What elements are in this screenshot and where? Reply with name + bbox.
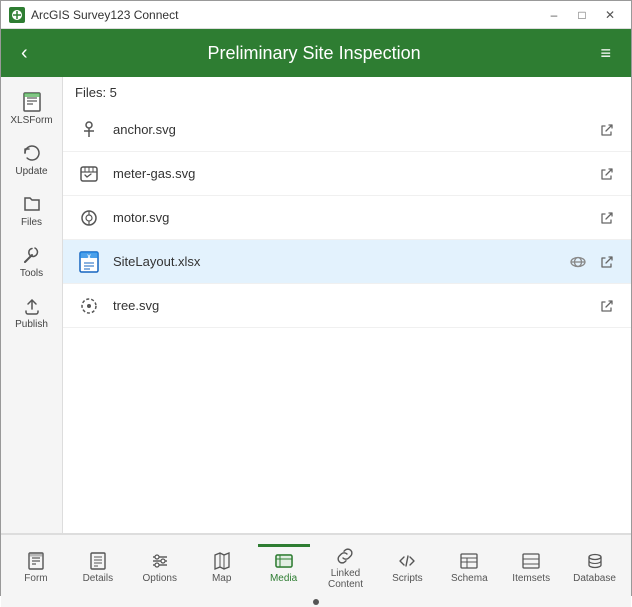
update-icon	[21, 142, 43, 164]
options-tab-icon	[150, 551, 170, 571]
file-type-icon	[75, 160, 103, 188]
sidebar-item-xlsform[interactable]: XLSForm	[4, 85, 60, 132]
database-tab-icon	[585, 551, 605, 571]
sidebar-item-tools[interactable]: Tools	[4, 238, 60, 285]
file-type-icon: X	[75, 248, 103, 276]
file-type-icon	[75, 204, 103, 232]
app-icon	[9, 7, 25, 23]
tab-linked-content-label: LinkedContent	[328, 568, 363, 590]
file-type-icon	[75, 116, 103, 144]
file-name: motor.svg	[113, 210, 595, 225]
file-actions	[595, 206, 619, 230]
file-name: tree.svg	[113, 298, 595, 313]
publish-icon	[21, 295, 43, 317]
sidebar-item-update[interactable]: Update	[4, 136, 60, 183]
tab-database[interactable]: Database	[567, 544, 622, 588]
title-bar: ArcGIS Survey123 Connect – □ ✕	[1, 1, 631, 29]
list-item: motor.svg	[63, 196, 631, 240]
list-item: meter-gas.svg	[63, 152, 631, 196]
tab-linked-content[interactable]: LinkedContent	[319, 539, 371, 594]
file-actions	[595, 118, 619, 142]
tab-itemsets-label: Itemsets	[512, 573, 550, 584]
file-name: meter-gas.svg	[113, 166, 595, 181]
app-header: ‹ Preliminary Site Inspection ≡	[1, 29, 631, 77]
tab-media[interactable]: Media	[258, 544, 310, 588]
file-list: anchor.svg	[63, 108, 631, 328]
close-button[interactable]: ✕	[597, 5, 623, 25]
tab-bar: Form Details Options	[1, 533, 631, 597]
file-name: SiteLayout.xlsx	[113, 254, 565, 269]
media-tab-icon	[274, 551, 294, 571]
list-item: X SiteLayout.xlsx	[63, 240, 631, 284]
tab-indicator-row	[1, 597, 631, 607]
tab-itemsets[interactable]: Itemsets	[505, 544, 557, 588]
main-layout: XLSForm Update Files	[1, 77, 631, 533]
tab-database-label: Database	[573, 573, 616, 584]
tab-schema-label: Schema	[451, 573, 488, 584]
tab-form-label: Form	[24, 573, 47, 584]
open-file-button[interactable]	[595, 250, 619, 274]
list-item: anchor.svg	[63, 108, 631, 152]
tools-icon	[21, 244, 43, 266]
linked-content-tab-icon	[335, 546, 355, 566]
open-file-button[interactable]	[595, 294, 619, 318]
edit-file-button[interactable]	[565, 249, 591, 275]
details-tab-icon	[88, 551, 108, 571]
tab-details[interactable]: Details	[72, 544, 124, 588]
file-actions	[595, 162, 619, 186]
sidebar-item-publish[interactable]: Publish	[4, 289, 60, 336]
files-icon	[21, 193, 43, 215]
content-area: Files: 5 anchor.svg	[63, 77, 631, 533]
scripts-tab-icon	[397, 551, 417, 571]
tab-schema[interactable]: Schema	[443, 544, 495, 588]
tab-map-label: Map	[212, 573, 231, 584]
file-actions	[595, 294, 619, 318]
tab-scripts-label: Scripts	[392, 573, 423, 584]
back-button[interactable]: ‹	[13, 39, 36, 67]
tab-form[interactable]: Form	[10, 544, 62, 588]
sidebar-item-files[interactable]: Files	[4, 187, 60, 234]
open-file-button[interactable]	[595, 206, 619, 230]
form-tab-icon	[26, 551, 46, 571]
open-file-button[interactable]	[595, 118, 619, 142]
tab-media-label: Media	[270, 573, 297, 584]
schema-tab-icon	[459, 551, 479, 571]
tab-options-label: Options	[143, 573, 177, 584]
tab-dot-active	[313, 599, 319, 605]
xlsform-label: XLSForm	[10, 115, 52, 126]
file-name: anchor.svg	[113, 122, 595, 137]
minimize-button[interactable]: –	[541, 5, 567, 25]
files-label: Files	[21, 217, 42, 228]
file-actions	[565, 249, 619, 275]
update-label: Update	[15, 166, 47, 177]
maximize-button[interactable]: □	[569, 5, 595, 25]
header-title: Preliminary Site Inspection	[36, 43, 593, 64]
map-tab-icon	[212, 551, 232, 571]
tab-scripts[interactable]: Scripts	[381, 544, 433, 588]
window-controls: – □ ✕	[541, 5, 623, 25]
tools-label: Tools	[20, 268, 43, 279]
tab-map[interactable]: Map	[196, 544, 248, 588]
tab-details-label: Details	[83, 573, 114, 584]
list-item: tree.svg	[63, 284, 631, 328]
tab-options[interactable]: Options	[134, 544, 186, 588]
open-file-button[interactable]	[595, 162, 619, 186]
sidebar: XLSForm Update Files	[1, 77, 63, 533]
svg-text:X: X	[87, 255, 91, 261]
file-type-icon	[75, 292, 103, 320]
itemsets-tab-icon	[521, 551, 541, 571]
menu-button[interactable]: ≡	[592, 39, 619, 68]
publish-label: Publish	[15, 319, 48, 330]
xlsform-icon	[21, 91, 43, 113]
files-count: Files: 5	[63, 77, 631, 108]
app-title: ArcGIS Survey123 Connect	[31, 8, 541, 22]
